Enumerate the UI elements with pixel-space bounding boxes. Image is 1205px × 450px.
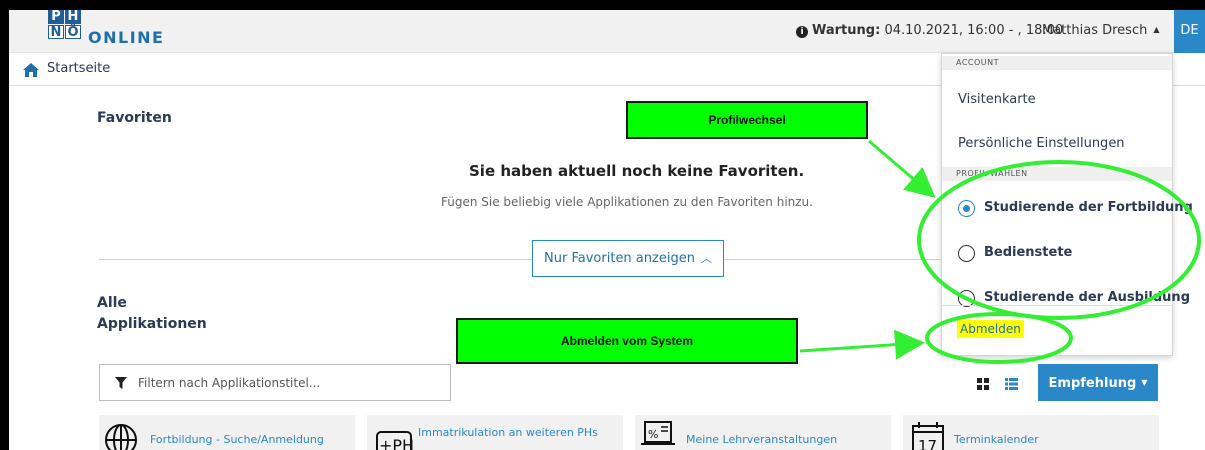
recommendation-button[interactable]: Empfehlung ▼ [1038,364,1158,401]
top-bar: P H N Ö ONLINE i Wartung: 04.10.2021, 16:… [9,10,1205,53]
menu-item-visitenkarte[interactable]: Visitenkarte [958,92,1036,107]
no-favorites-text: Fügen Sie beliebig viele Applikationen z… [441,195,813,209]
logo-letter: N [48,25,64,40]
profile-section-header: PROFIL WÄHLEN [942,167,1172,181]
breadcrumb-home-link[interactable]: Startseite [47,61,110,76]
svg-text:+PH: +PH [379,436,413,450]
app-tile-label: Fortbildung - Suche/Anmeldung [150,433,324,446]
app-tile-label: Meine Lehrveranstaltungen [686,433,838,446]
lectures-icon: % [641,421,675,445]
user-name: Matthias Dresch [1042,23,1148,38]
recommendation-label: Empfehlung [1048,376,1137,391]
app-tile-label: Immatrikulation an weiteren PHs [418,426,598,439]
radio-icon[interactable] [958,245,975,262]
all-applications-heading-line1: Alle [97,295,127,311]
app-tile[interactable]: +PH Immatrikulation an weiteren PHs [367,415,623,450]
ph-icon: +PH [376,431,413,450]
svg-text:%: % [648,428,658,441]
profile-arrow [868,139,936,198]
filter-icon [115,377,127,389]
app-filter-box [99,364,451,401]
profile-switch-callout: Profilwechsel [626,101,868,139]
account-section-header: ACCOUNT [942,56,1172,70]
app-tile[interactable]: 17 Terminkalender [903,415,1159,450]
caret-down-icon: ▼ [1141,378,1148,387]
app-tile[interactable]: % Meine Lehrveranstaltungen [635,415,891,450]
only-favorites-toggle[interactable]: Nur Favoriten anzeigen ︿ [532,240,724,277]
logo-letter: H [65,10,81,24]
logout-callout: Abmelden vom System [456,318,798,364]
logout-arrow [799,329,925,360]
profile-option-label: Studierende der Fortbildung [984,200,1193,215]
divider [942,305,1172,306]
profile-option-label: Bedienstete [984,245,1073,260]
grid-view-icon[interactable] [977,378,989,390]
chevron-up-icon: ︿ [700,252,712,265]
calendar-icon: 17 [912,422,944,450]
menu-item-personal-settings[interactable]: Persönliche Einstellungen [958,136,1125,151]
app-tile[interactable]: Fortbildung - Suche/Anmeldung [99,415,355,450]
logo-letter: Ö [65,25,81,40]
language-button[interactable]: DE [1174,10,1205,53]
maintenance-notice: i Wartung: 04.10.2021, 16:00 - , 18:00 [796,23,1063,38]
radio-selected-icon[interactable] [958,200,975,217]
logo-letter: P [48,10,64,24]
info-icon: i [796,26,808,38]
logo-text: ONLINE [88,28,165,47]
app-window: P H N Ö ONLINE i Wartung: 04.10.2021, 16:… [9,10,1205,450]
all-applications-heading-line2: Applikationen [97,316,207,332]
globe-icon [105,424,137,450]
maintenance-label: Wartung: [812,23,881,38]
calendar-day: 17 [918,437,937,450]
caret-up-icon: ▲ [1153,25,1160,34]
app-tile-label: Terminkalender [954,433,1039,446]
maintenance-value: 04.10.2021, 16:00 - , 18:00 [884,23,1064,38]
logout-link[interactable]: Abmelden [957,320,1024,338]
no-favorites-title: Sie haben aktuell noch keine Favoriten. [469,162,805,180]
user-dropdown-menu: ACCOUNT Visitenkarte Persönliche Einstel… [941,53,1193,356]
only-favorites-label: Nur Favoriten anzeigen [544,251,695,266]
list-view-icon[interactable] [1005,378,1018,390]
profile-option-label: Studierende der Ausbildung [984,290,1190,305]
user-menu-toggle[interactable]: Matthias Dresch ▲ [1042,23,1159,38]
home-icon[interactable] [23,63,39,77]
favorites-heading: Favoriten [97,110,172,126]
all-applications-heading: Alle Applikationen [97,293,207,335]
app-filter-input[interactable] [138,373,438,393]
